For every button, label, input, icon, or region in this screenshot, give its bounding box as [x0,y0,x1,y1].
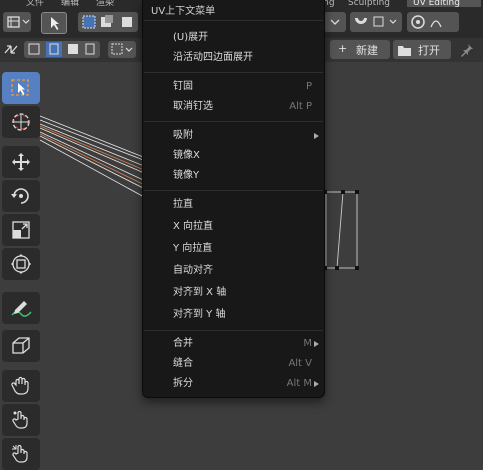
selection-mode-icons [82,15,132,29]
menu-shortcut-split: Alt M [286,378,312,389]
uv-context-menu: UV上下文菜单 (U)展开 沿活动四边面展开 钉固 P 取消钉选 Alt P 吸… [142,0,325,398]
sticky-selection-dropdown[interactable] [108,41,136,58]
plus-icon: + [338,42,348,55]
menu-item-mirror-x[interactable]: 镜像X [173,149,200,163]
sticky-select-icon [111,43,133,55]
snap-group[interactable] [350,12,402,32]
new-image-button[interactable]: + 新建 [330,40,390,59]
pin-icon[interactable] [460,43,474,57]
workspace-tab-sculpting[interactable]: Sculpting [342,0,396,7]
menu-item-follow-active-quads[interactable]: 沿活动四边面展开 [173,51,253,65]
menu-shortcut-stitch: Alt V [288,358,312,369]
menu-item-snap[interactable]: 吸附 [173,129,193,143]
menu-shortcut-pin: P [305,81,312,92]
menu-item-split[interactable]: 拆分 [173,377,193,391]
chevron-down-icon [330,19,340,25]
menu-separator [144,190,323,191]
tool-scale[interactable] [2,214,40,246]
scale-icon [12,221,30,239]
menu-item-straighten[interactable]: 拉直 [173,198,193,212]
menu-item-merge[interactable]: 合并 [173,337,193,351]
new-image-label: 新建 [356,44,378,57]
tool-move[interactable] [2,146,40,178]
move-icon [12,153,30,171]
tool-cursor[interactable] [2,106,40,138]
menu-item-pin[interactable]: 钉固 [173,80,193,94]
select-mode-button[interactable] [41,12,67,34]
editor-type-button[interactable] [3,12,31,32]
menu-edit[interactable]: 编辑 [55,0,85,7]
transform-icon [11,254,31,274]
menu-file[interactable]: 文件 [20,0,50,7]
folder-icon [398,46,411,56]
tool-pinch[interactable] [2,438,40,470]
pivot-dropdown[interactable] [324,12,346,32]
menu-separator [144,330,323,331]
submenu-arrow-icon [314,133,319,139]
selection-mode-group[interactable] [78,12,138,32]
cursor-target-icon [12,113,30,131]
menu-shortcut-merge: M [303,338,312,349]
menu-item-straighten-y[interactable]: Y 向拉直 [173,242,212,256]
menu-separator [144,20,323,21]
menu-item-mirror-y[interactable]: 镜像Y [173,169,199,183]
menu-title: UV上下文菜单 [151,6,216,17]
hand-grab-icon [11,376,29,395]
submenu-arrow-icon [314,341,319,347]
open-image-label: 打开 [418,44,440,57]
proportional-edit-group[interactable] [407,12,459,32]
menu-item-straighten-x[interactable]: X 向拉直 [173,220,213,234]
menu-separator [144,121,323,122]
open-image-button[interactable]: 打开 [393,40,451,59]
tool-relax[interactable] [2,404,40,436]
select-box-icon [11,79,29,96]
tool-select-box[interactable] [2,72,40,104]
menu-item-align-x[interactable]: 对齐到 X 轴 [173,286,226,300]
rotate-icon [11,188,29,204]
menu-separator [144,72,323,73]
annotate-pen-icon [11,301,32,317]
hand-pinch-icon [12,444,28,463]
submenu-arrow-icon [314,381,319,387]
tool-grab[interactable] [2,370,40,402]
menu-item-align-auto[interactable]: 自动对齐 [173,264,213,278]
menu-shortcut-unpin: Alt P [289,101,312,112]
menu-render[interactable]: 渲染 [90,0,120,7]
cube-icon [12,337,30,354]
menu-item-align-y[interactable]: 对齐到 Y 轴 [173,308,225,322]
workspace-tab-uv-editing[interactable]: UV Editing [407,0,481,7]
menu-item-unwrap[interactable]: (U)展开 [173,31,208,45]
uv-editor-icon [7,16,30,28]
menu-item-stitch[interactable]: 缝合 [173,357,193,371]
menu-item-unpin[interactable]: 取消钉选 [173,100,213,114]
tool-rip-region[interactable] [2,330,40,362]
tool-annotate[interactable] [2,292,40,324]
uv-select-mode-icons [28,42,95,57]
cursor-arrow-icon [51,17,59,30]
proportional-edit-icon [411,15,442,29]
tool-rotate[interactable] [2,180,40,212]
sync-icon [4,45,18,54]
sync-selection-button[interactable] [3,41,19,58]
uv-select-mode-group[interactable] [24,41,100,58]
magnet-icon [355,16,397,27]
hand-relax-icon [12,410,28,429]
tool-transform[interactable] [2,248,40,280]
